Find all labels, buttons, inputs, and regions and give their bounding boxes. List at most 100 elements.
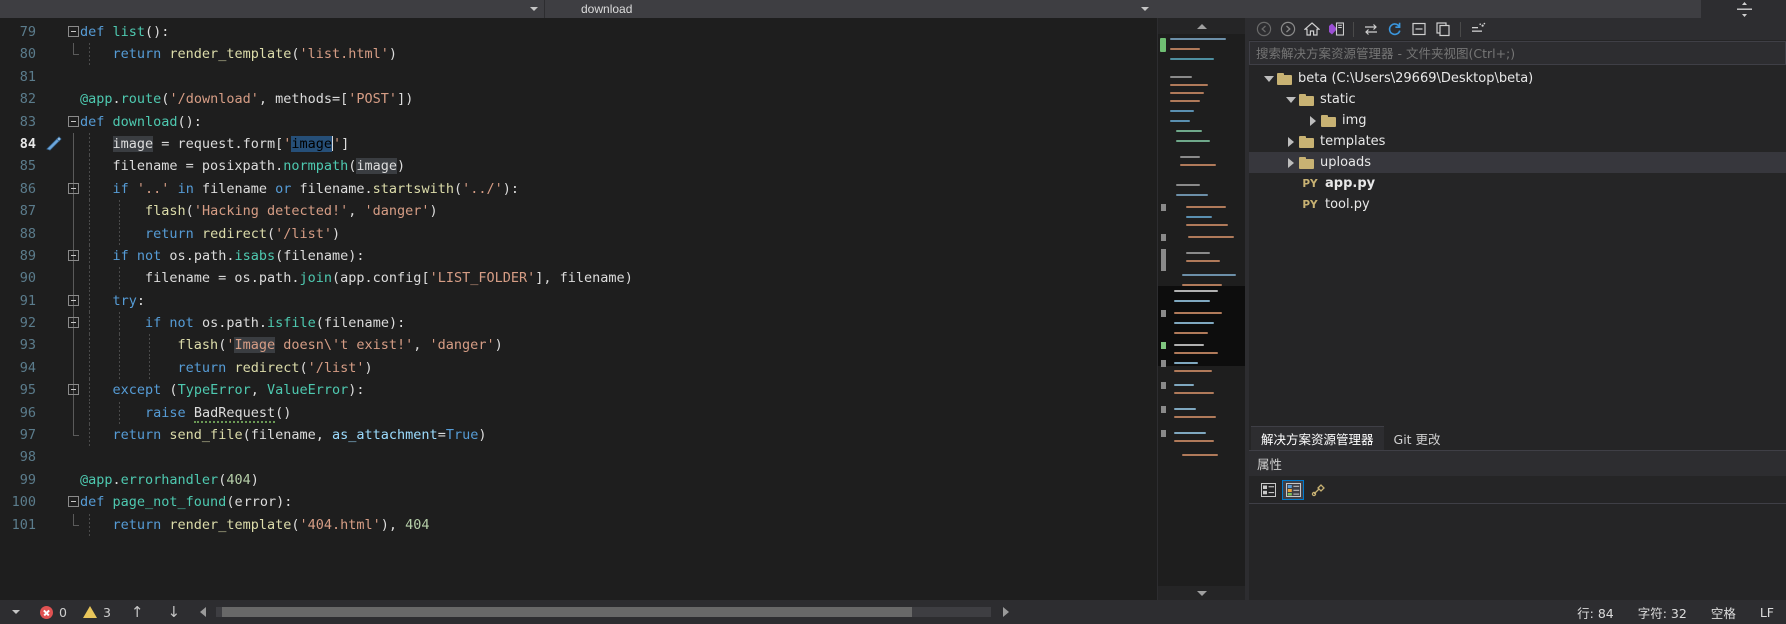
collapse-all-icon[interactable] bbox=[1408, 19, 1430, 39]
tree-item-tool-py[interactable]: PY tool.py bbox=[1249, 194, 1786, 215]
line-ending-indicator[interactable]: LF bbox=[1748, 600, 1786, 624]
fold-marker[interactable] bbox=[66, 469, 80, 491]
bookmark-slot[interactable] bbox=[44, 200, 66, 222]
solution-explorer-search[interactable] bbox=[1249, 41, 1786, 65]
solution-explorer-tree[interactable]: beta (C:\Users\29669\Desktop\beta) stati… bbox=[1249, 65, 1786, 424]
vs-solution-icon[interactable] bbox=[1325, 19, 1347, 39]
search-input[interactable] bbox=[1256, 45, 1785, 61]
scroll-left-button[interactable] bbox=[192, 600, 214, 624]
tab-git-changes[interactable]: Git 更改 bbox=[1384, 426, 1451, 450]
fold-marker[interactable] bbox=[66, 424, 80, 446]
fold-marker[interactable] bbox=[66, 244, 80, 268]
tree-item-beta[interactable]: beta (C:\Users\29669\Desktop\beta) bbox=[1249, 68, 1786, 89]
bookmark-slot[interactable] bbox=[44, 424, 66, 446]
tree-item-label: static bbox=[1320, 92, 1356, 107]
fold-marker[interactable] bbox=[66, 446, 80, 468]
expander-down-icon[interactable] bbox=[1261, 75, 1277, 82]
bookmark-slot[interactable] bbox=[44, 514, 66, 536]
tree-item-templates[interactable]: templates bbox=[1249, 131, 1786, 152]
next-issue-button[interactable]: ↓ bbox=[155, 600, 192, 624]
bookmark-slot[interactable] bbox=[44, 379, 66, 401]
minimap-scroll-down[interactable] bbox=[1158, 586, 1245, 600]
back-arrow-icon[interactable] bbox=[1253, 19, 1275, 39]
bookmark-slot[interactable] bbox=[44, 446, 66, 468]
tree-item-uploads[interactable]: uploads bbox=[1249, 152, 1786, 173]
fold-marker[interactable] bbox=[66, 43, 80, 65]
refresh-icon[interactable] bbox=[1384, 19, 1406, 39]
line-indicator[interactable]: 行: 84 bbox=[1565, 600, 1626, 624]
fold-marker[interactable] bbox=[66, 21, 80, 43]
fold-marker[interactable] bbox=[66, 132, 80, 156]
bookmark-slot[interactable] bbox=[44, 223, 66, 245]
split-editor-button[interactable] bbox=[1702, 0, 1786, 18]
fold-marker[interactable] bbox=[66, 491, 80, 513]
bookmark-slot[interactable] bbox=[44, 21, 66, 43]
bookmark-slot[interactable] bbox=[44, 178, 66, 200]
fold-marker[interactable] bbox=[66, 379, 80, 402]
tree-item-img[interactable]: img bbox=[1249, 110, 1786, 131]
previous-issue-button[interactable]: ↑ bbox=[119, 600, 156, 624]
properties-page-icon[interactable] bbox=[1307, 480, 1329, 500]
horizontal-scrollbar[interactable] bbox=[216, 607, 992, 617]
status-bar-dropdown[interactable] bbox=[0, 600, 32, 624]
error-count-indicator[interactable]: 0 bbox=[32, 600, 75, 624]
warning-count-indicator[interactable]: 3 bbox=[75, 600, 119, 624]
bookmark-slot[interactable] bbox=[44, 312, 66, 334]
fold-marker[interactable] bbox=[66, 267, 80, 290]
bookmark-slot[interactable] bbox=[44, 334, 66, 356]
fold-marker[interactable] bbox=[66, 289, 80, 313]
fold-marker[interactable] bbox=[66, 177, 80, 201]
fold-marker[interactable] bbox=[66, 356, 80, 380]
bookmark-slot[interactable] bbox=[44, 469, 66, 491]
fold-marker[interactable] bbox=[66, 513, 80, 536]
bookmark-slot[interactable] bbox=[44, 402, 66, 424]
nav-bar-right-chevron-icon[interactable] bbox=[1141, 7, 1149, 11]
expander-right-icon[interactable] bbox=[1283, 136, 1299, 147]
alphabetical-view-icon[interactable] bbox=[1282, 479, 1304, 500]
minimap-scroll-up[interactable] bbox=[1158, 18, 1245, 34]
bookmark-slot[interactable] bbox=[44, 133, 66, 155]
indentation-indicator[interactable]: 空格 bbox=[1699, 600, 1748, 624]
categorized-view-icon[interactable] bbox=[1257, 480, 1279, 500]
bookmark-slot[interactable] bbox=[44, 267, 66, 289]
show-all-files-icon[interactable] bbox=[1467, 19, 1489, 39]
bookmark-slot[interactable] bbox=[44, 111, 66, 133]
bookmark-slot[interactable] bbox=[44, 491, 66, 513]
bookmark-slot[interactable] bbox=[44, 88, 66, 110]
minimap-body[interactable] bbox=[1158, 34, 1245, 586]
bookmark-slot[interactable] bbox=[44, 43, 66, 65]
fold-marker[interactable] bbox=[66, 334, 80, 357]
code-text: if '..' in filename or filename.startswi… bbox=[80, 177, 1157, 201]
forward-arrow-icon[interactable] bbox=[1277, 19, 1299, 39]
expander-right-icon[interactable] bbox=[1305, 115, 1321, 126]
fold-marker[interactable] bbox=[66, 66, 80, 88]
copy-icon[interactable] bbox=[1432, 19, 1454, 39]
fold-marker[interactable] bbox=[66, 222, 80, 245]
fold-marker[interactable] bbox=[66, 401, 80, 425]
scrollbar-thumb[interactable] bbox=[222, 607, 913, 617]
fold-marker[interactable] bbox=[66, 155, 80, 178]
scroll-right-button[interactable] bbox=[993, 600, 1019, 624]
sync-icon[interactable] bbox=[1360, 19, 1382, 39]
fold-marker[interactable] bbox=[66, 312, 80, 335]
fold-marker[interactable] bbox=[66, 200, 80, 223]
nav-bar-member-dropdown[interactable]: download bbox=[545, 0, 1702, 18]
fold-marker[interactable] bbox=[66, 88, 80, 110]
character-indicator[interactable]: 字符: 32 bbox=[1626, 600, 1699, 624]
code-lines[interactable]: 79 def list(): 80 return render_template… bbox=[0, 18, 1157, 536]
expander-right-icon[interactable] bbox=[1283, 157, 1299, 168]
bookmark-slot[interactable] bbox=[44, 357, 66, 379]
tree-item-app-py[interactable]: PY app.py bbox=[1249, 173, 1786, 194]
nav-bar-left-dropdown[interactable] bbox=[0, 0, 545, 18]
home-icon[interactable] bbox=[1301, 19, 1323, 39]
bookmark-slot[interactable] bbox=[44, 290, 66, 312]
expander-down-icon[interactable] bbox=[1283, 96, 1299, 103]
tree-item-static[interactable]: static bbox=[1249, 89, 1786, 110]
fold-marker[interactable] bbox=[66, 111, 80, 133]
tab-solution-explorer[interactable]: 解决方案资源管理器 bbox=[1251, 426, 1384, 450]
bookmark-slot[interactable] bbox=[44, 245, 66, 267]
bookmark-slot[interactable] bbox=[44, 155, 66, 177]
editor-minimap[interactable] bbox=[1157, 18, 1245, 600]
bookmark-slot[interactable] bbox=[44, 66, 66, 88]
code-editor[interactable]: 79 def list(): 80 return render_template… bbox=[0, 18, 1157, 600]
